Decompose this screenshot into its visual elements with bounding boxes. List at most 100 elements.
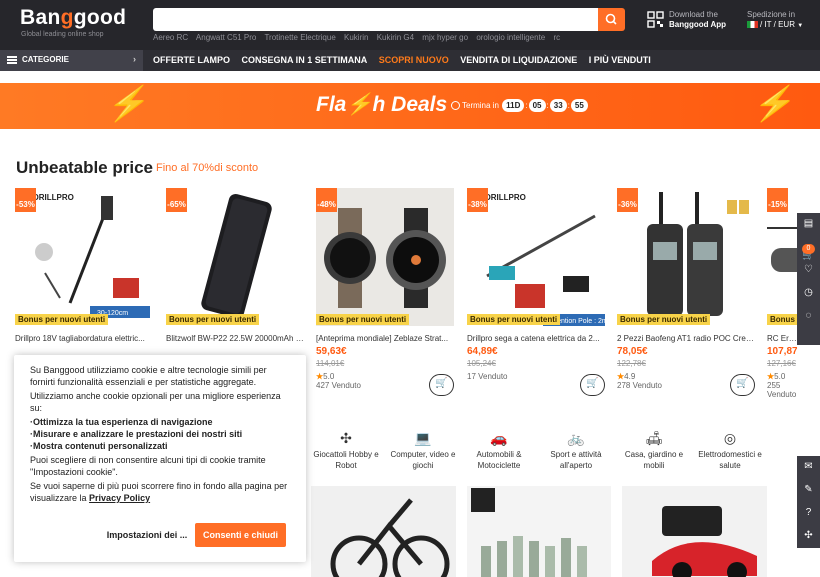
product-card[interactable]: DRILLPRO 30-120cm -53% Bonus per nuovi ut… xyxy=(15,188,153,343)
svg-text:DRILLPRO: DRILLPRO xyxy=(485,193,526,202)
rc-car-image xyxy=(652,506,757,577)
product-price: 59,63€ xyxy=(316,346,347,357)
menu-icon xyxy=(7,56,17,64)
product-card[interactable]: -65% Bonus per nuovi utenti Blitzwolf BW… xyxy=(166,188,304,343)
promo-tile-rc-car[interactable] xyxy=(622,486,767,577)
sofa-icon: 🛋 xyxy=(645,430,663,446)
qr-code-icon xyxy=(647,11,664,28)
search-button[interactable] xyxy=(598,8,625,31)
car-icon: 🚗 xyxy=(490,430,508,446)
new-user-bonus-tag: Bonus per nuovi utenti xyxy=(15,314,109,325)
product-name[interactable]: RC Era C... xyxy=(767,334,797,343)
banggood-logo[interactable]: Banggood xyxy=(20,6,126,30)
cookie-settings-button[interactable]: Impostazioni dei ... xyxy=(102,523,192,547)
add-to-cart-button[interactable]: 🛒 xyxy=(580,374,605,396)
product-image[interactable]: -15% Bonus per nuovi utenti xyxy=(767,188,797,326)
countdown-hours: 05 xyxy=(528,99,546,112)
cookie-optional: Utilizziamo anche cookie opzionali per u… xyxy=(30,391,281,413)
categories-menu[interactable]: CATEGORIE › xyxy=(0,50,143,71)
product-card[interactable]: -48% Bonus per nuovi utenti [Anteprima m… xyxy=(316,188,454,396)
product-card[interactable]: -36% Bonus per nuovi utenti 2 Pezzi Baof… xyxy=(617,188,755,396)
category-home[interactable]: 🛋 Casa, giardino e mobili xyxy=(614,430,694,471)
category-label: Sport e attività all'aperto xyxy=(550,450,602,470)
chat-icon[interactable]: ◌ xyxy=(797,305,820,328)
side-toolbar-bottom: ✉ ✎ ? ✣ xyxy=(797,456,820,548)
hot-word[interactable]: Kukirin G4 xyxy=(377,33,414,42)
category-computers[interactable]: 💻 Computer, video e giochi xyxy=(383,430,463,471)
ship-label: Spedizione in xyxy=(747,10,796,19)
logo-tagline: Global leading online shop xyxy=(21,31,104,38)
category-label: Elettrodomestici e salute xyxy=(698,450,762,470)
discount-badge: -36% xyxy=(617,188,638,212)
settings-icon[interactable]: ✣ xyxy=(797,525,820,548)
flash-deals-title: Fla⚡h Deals xyxy=(316,93,448,116)
category-toys[interactable]: ✣ Giocattoli Hobby e Robot xyxy=(306,430,386,471)
feedback-icon[interactable]: ✎ xyxy=(797,479,820,502)
category-label: Automobili & Motociclette xyxy=(476,450,522,470)
countdown-minutes: 33 xyxy=(549,99,567,112)
product-old-price: 105,24€ xyxy=(467,359,496,368)
product-name[interactable]: Drillpro sega a catena elettrica da 2... xyxy=(467,334,605,343)
hot-word[interactable]: Kukirin xyxy=(344,33,368,42)
history-icon[interactable]: ◷ xyxy=(797,282,820,305)
add-to-cart-button[interactable]: 🛒 xyxy=(730,374,755,396)
nav-link-discover-new[interactable]: SCOPRI NUOVO xyxy=(379,55,449,65)
category-cars[interactable]: 🚗 Automobili & Motociclette xyxy=(459,430,539,471)
nav-link-one-week[interactable]: CONSEGNA IN 1 SETTIMANA xyxy=(242,55,368,65)
help-icon[interactable]: ? xyxy=(797,502,820,525)
product-image[interactable]: DRILLPRO Extention Pole : 2m -38% Bonus p… xyxy=(467,188,605,326)
product-card[interactable]: -15% Bonus per nuovi utenti RC Era C... … xyxy=(767,188,797,399)
product-old-price: 114,01€ xyxy=(316,359,345,368)
rating-value: 5.0 xyxy=(774,372,786,381)
cookie-bullet: ·Mostra contenuti personalizzati xyxy=(30,441,168,451)
lightning-icon: ⚡ xyxy=(750,85,800,123)
new-user-bonus-tag: Bonus per nuovi utenti xyxy=(467,314,561,325)
product-image[interactable]: -36% Bonus per nuovi utenti xyxy=(617,188,755,326)
cookie-more-text: Se vuoi saperne di più puoi scorrere fin… xyxy=(30,480,290,504)
coupon-icon[interactable]: ▤ xyxy=(797,213,820,236)
discount-badge: -48% xyxy=(316,188,337,212)
nav-link-best-sellers[interactable]: I PIÙ VENDUTI xyxy=(589,55,651,65)
new-user-bonus-tag: Bonus per nuovi utenti xyxy=(767,314,797,325)
product-name[interactable]: Blitzwolf BW-P22 22.5W 20000mAh P... xyxy=(166,334,304,343)
hot-word[interactable]: Trotinette Electrique xyxy=(264,33,335,42)
lightning-icon: ⚡ xyxy=(104,85,154,123)
new-user-bonus-tag: Bonus per nuovi utenti xyxy=(316,314,410,325)
add-to-cart-button[interactable]: 🛒 xyxy=(429,374,454,396)
discount-badge: -53% xyxy=(15,188,36,212)
mail-icon[interactable]: ✉ xyxy=(797,456,820,479)
clock-icon xyxy=(451,101,460,111)
promo-tile-bike[interactable] xyxy=(311,486,456,577)
product-name[interactable]: Drillpro 18V tagliabordatura elettric... xyxy=(15,334,153,343)
search-input[interactable] xyxy=(153,8,599,31)
product-image[interactable]: DRILLPRO 30-120cm -53% Bonus per nuovi ut… xyxy=(15,188,153,326)
accept-cookies-button[interactable]: Consenti e chiudi xyxy=(195,523,286,547)
countdown-seconds: 55 xyxy=(570,99,588,112)
product-image[interactable]: -65% Bonus per nuovi utenti xyxy=(166,188,304,326)
product-card[interactable]: DRILLPRO Extention Pole : 2m -38% Bonus p… xyxy=(467,188,605,396)
shipping-selector[interactable]: Spedizione in / IT / EUR ▼ xyxy=(747,10,803,31)
product-image[interactable]: -48% Bonus per nuovi utenti xyxy=(316,188,454,326)
nav-link-clearance[interactable]: VENDITA DI LIQUIDAZIONE xyxy=(460,55,577,65)
section-subtitle[interactable]: Fino al 70%di sconto xyxy=(156,162,258,174)
ship-value: / IT / EUR xyxy=(760,20,795,29)
hot-word[interactable]: Aereo RC xyxy=(153,33,188,42)
hot-word[interactable]: orologio intelligente xyxy=(476,33,545,42)
hot-word[interactable]: Angwatt C51 Pro xyxy=(196,33,256,42)
cart-plus-icon: 🛒 xyxy=(586,378,599,389)
privacy-policy-link[interactable]: Privacy Policy xyxy=(89,493,150,503)
cookie-bullet: ·Misurare e analizzare le prestazioni de… xyxy=(30,429,243,439)
category-appliances[interactable]: ◎ Elettrodomestici e salute xyxy=(690,430,770,471)
product-name[interactable]: [Anteprima mondiale] Zeblaze Strat... xyxy=(316,334,454,343)
promo-tile-batteries[interactable] xyxy=(467,486,611,577)
product-sold: 255 Venduto xyxy=(767,381,797,399)
nav-link-flash-deals[interactable]: OFFERTE LAMPO xyxy=(153,55,230,65)
hot-word[interactable]: rc xyxy=(553,33,560,42)
new-user-bonus-tag: Bonus per nuovi utenti xyxy=(617,314,711,325)
heart-icon[interactable]: ♡ xyxy=(797,259,820,282)
cart-plus-icon: 🛒 xyxy=(435,378,448,389)
category-sports[interactable]: 🚲 Sport e attività all'aperto xyxy=(536,430,616,471)
hot-word[interactable]: mjx hyper go xyxy=(422,33,468,42)
flash-deals-banner[interactable]: ⚡ ⚡ Fla⚡h Deals Termina in 11D:05:33:55 xyxy=(0,83,820,129)
product-name[interactable]: 2 Pezzi Baofeng AT1 radio POC Crea... xyxy=(617,334,755,343)
